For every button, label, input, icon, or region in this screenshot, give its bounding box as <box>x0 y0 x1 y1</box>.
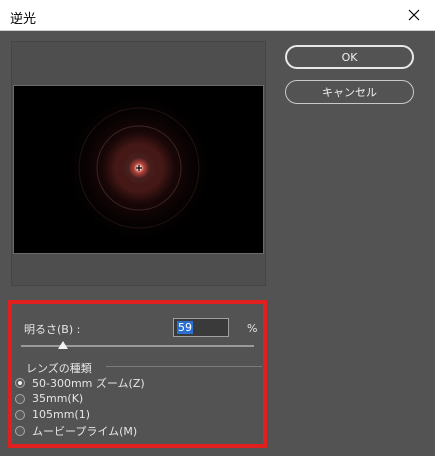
preview-canvas[interactable] <box>13 85 264 254</box>
slider-thumb-icon[interactable] <box>58 341 68 349</box>
percent-unit: % <box>247 322 258 335</box>
brightness-input[interactable]: 59 <box>173 318 229 337</box>
lens-option-35mm[interactable]: 35mm(K) <box>15 390 83 407</box>
brightness-value: 59 <box>177 321 193 334</box>
brightness-label: 明るさ(B) : <box>24 323 81 336</box>
group-divider <box>106 366 262 367</box>
lens-flare-image <box>14 86 263 253</box>
ok-button[interactable]: OK <box>285 45 414 69</box>
radio-icon <box>15 377 25 388</box>
radio-icon <box>15 409 25 420</box>
close-button[interactable] <box>393 0 435 30</box>
lens-option-label: 105mm(1) <box>32 408 91 421</box>
brightness-slider-track[interactable] <box>21 345 254 347</box>
radio-icon <box>15 425 25 436</box>
title-bar: 逆光 <box>0 0 435 31</box>
lens-option-50-300mm[interactable]: 50-300mm ズーム(Z) <box>15 374 145 391</box>
cancel-button[interactable]: キャンセル <box>285 80 414 104</box>
window-title: 逆光 <box>10 12 37 27</box>
lens-option-label: ムービープライム(M) <box>32 424 138 438</box>
lens-option-label: 50-300mm ズーム(Z) <box>32 376 145 390</box>
lens-option-105mm[interactable]: 105mm(1) <box>15 406 90 423</box>
lens-option-label: 35mm(K) <box>32 392 84 405</box>
radio-icon <box>15 393 25 404</box>
lens-option-movie-prime[interactable]: ムービープライム(M) <box>15 422 137 439</box>
close-icon <box>408 9 420 21</box>
